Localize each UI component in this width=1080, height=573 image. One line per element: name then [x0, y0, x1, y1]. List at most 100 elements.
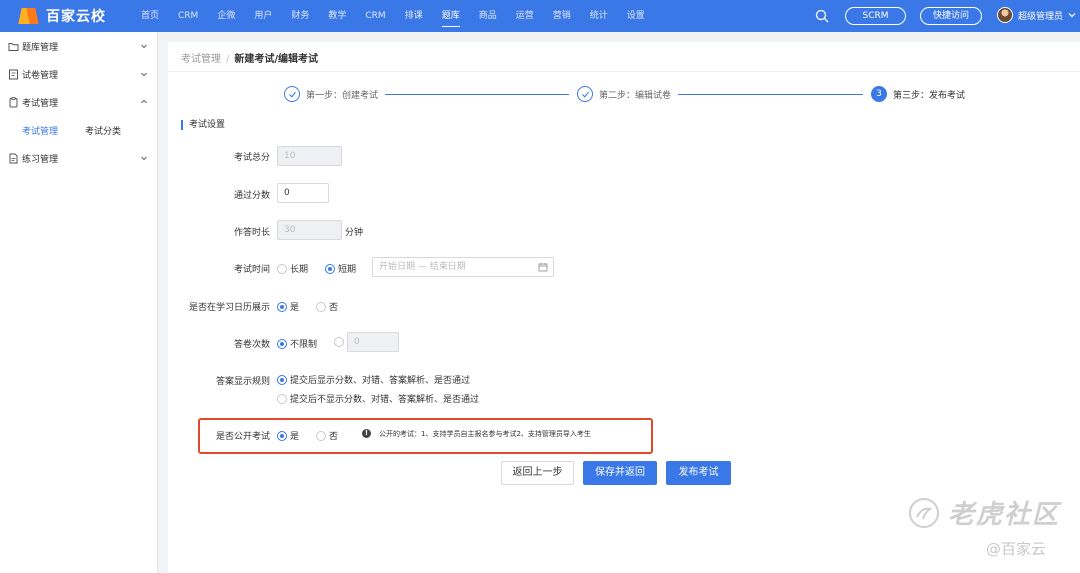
nav-item-crm[interactable]: CRM [178, 0, 198, 32]
attempts-unlimited-radio[interactable]: 不限制 [277, 337, 317, 350]
nav-item-home[interactable]: 首页 [141, 0, 159, 32]
nav-item-finance[interactable]: 财务 [291, 0, 309, 32]
radio-label: 是 [290, 432, 300, 442]
sidebar-item-papers[interactable]: 试卷管理 [0, 60, 158, 88]
sidebar-subitem-exam-category[interactable]: 考试分类 [85, 124, 121, 137]
watermark-logo: 老虎社区 [908, 494, 1060, 531]
step-label: 第一步：创建考试 [306, 90, 379, 101]
chevron-down-icon [141, 44, 147, 49]
step-label: 第二步：编辑试卷 [599, 90, 672, 101]
sidebar-subitem-exam-management[interactable]: 考试管理 [22, 124, 58, 137]
chevron-down-icon [141, 72, 147, 77]
public-exam-note: 公开的考试：1、支持学员自主报名参与考试2、支持管理员导入考生 [379, 430, 591, 438]
calendar-show-no-radio[interactable]: 否 [316, 300, 338, 313]
avatar [997, 7, 1013, 23]
watermark-text: 老虎社区 [948, 500, 1061, 530]
date-range-placeholder: 开始日期 — 结束日期 [379, 262, 466, 272]
duration-label: 作答时长 [233, 228, 270, 238]
nav-item-wecom[interactable]: 企微 [217, 0, 235, 32]
pass-score-label: 通过分数 [233, 191, 270, 201]
chevron-down-icon [1068, 13, 1076, 18]
radio-icon [316, 301, 326, 312]
answer-rule-label: 答案显示规则 [215, 377, 270, 387]
sidebar-item-label: 试卷管理 [22, 70, 59, 81]
calendar-show-yes-radio[interactable]: 是 [277, 300, 299, 313]
public-exam-no-radio[interactable]: 否 [316, 429, 338, 442]
radio-icon [334, 337, 344, 347]
step-connector [678, 94, 863, 95]
public-exam-label: 是否公开考试 [215, 432, 270, 442]
nav-item-operations[interactable]: 运营 [516, 0, 534, 32]
radio-label: 短期 [338, 265, 357, 275]
nav-item-users[interactable]: 用户 [254, 0, 272, 32]
radio-checked-icon [325, 263, 335, 274]
radio-label: 否 [329, 432, 339, 442]
sidebar-item-label: 题库管理 [22, 42, 59, 53]
pass-score-input[interactable]: 0 [277, 183, 329, 203]
nav-item-schedule[interactable]: 排课 [405, 0, 423, 32]
brand-logo[interactable]: 百家云校 [18, 6, 106, 26]
nav-item-teaching[interactable]: 教学 [328, 0, 346, 32]
nav-item-statistics[interactable]: 统计 [590, 0, 608, 32]
watermark-credit: @百家云 [986, 540, 1047, 558]
nav-item-marketing[interactable]: 营销 [553, 0, 571, 32]
top-navigation-bar: 百家云校 首页 CRM 企微 用户 财务 教学 CRM 排课 题库 商品 运营 … [0, 0, 1080, 32]
duration-input[interactable]: 30 [277, 220, 342, 240]
exam-time-label: 考试时间 [233, 265, 270, 275]
sidebar: 题库管理 试卷管理 考试管理 考试管理 考试分类 练习管理 [0, 32, 158, 573]
step-connector [385, 94, 569, 95]
radio-label: 不限制 [290, 340, 318, 350]
nav-item-settings[interactable]: 设置 [627, 0, 645, 32]
date-range-picker[interactable]: 开始日期 — 结束日期 [372, 257, 554, 277]
sidebar-item-label: 考试管理 [22, 98, 59, 109]
step-label: 第三步：发布考试 [893, 90, 966, 101]
sidebar-item-practice[interactable]: 练习管理 [0, 144, 158, 172]
back-button[interactable]: 返回上一步 [501, 461, 574, 485]
calendar-show-label: 是否在学习日历展示 [188, 303, 270, 313]
attempts-limit-input[interactable]: 0 [347, 332, 399, 352]
step-3: 3 第三步：发布考试 [871, 86, 965, 102]
answer-rule-show-radio[interactable]: 提交后显示分数、对错、答案解析、是否通过 [277, 373, 470, 386]
public-exam-yes-radio[interactable]: 是 [277, 429, 299, 442]
scrm-button[interactable]: SCRM [845, 7, 906, 25]
nav-item-crm-2[interactable]: CRM [365, 0, 385, 32]
radio-icon [277, 393, 287, 404]
step-number: 3 [871, 86, 887, 102]
breadcrumb-bar: 考试管理 / 新建考试/编辑考试 [168, 42, 1080, 72]
radio-label: 长期 [290, 265, 309, 275]
step-2: 第二步：编辑试卷 [577, 86, 671, 102]
attempts-label: 答卷次数 [233, 340, 270, 350]
quick-access-button[interactable]: 快捷访问 [920, 7, 982, 25]
radio-checked-icon [277, 301, 287, 312]
save-return-button[interactable]: 保存并返回 [583, 461, 657, 485]
user-menu[interactable]: 超级管理员 [997, 7, 1076, 23]
total-score-input[interactable]: 10 [277, 146, 342, 166]
answer-rule-hide-radio[interactable]: 提交后不显示分数、对错、答案解析、是否通过 [277, 392, 479, 405]
radio-icon [316, 430, 326, 441]
sidebar-item-label: 练习管理 [22, 154, 59, 165]
radio-label: 是 [290, 303, 300, 313]
attempts-limited-radio[interactable] [334, 337, 347, 347]
nav-item-products[interactable]: 商品 [479, 0, 497, 32]
radio-icon [277, 263, 287, 274]
exam-time-long-radio[interactable]: 长期 [277, 262, 308, 275]
step-1: 第一步：创建考试 [284, 86, 378, 102]
exam-icon [9, 96, 18, 107]
info-icon: ! [362, 429, 371, 438]
search-icon[interactable] [815, 9, 829, 23]
breadcrumb-separator: / [226, 54, 230, 65]
breadcrumb-parent[interactable]: 考试管理 [181, 54, 221, 65]
total-score-label: 考试总分 [233, 153, 270, 163]
folder-icon [8, 42, 19, 51]
radio-checked-icon [277, 374, 287, 385]
breadcrumb: 考试管理 / 新建考试/编辑考试 [181, 50, 318, 65]
chevron-down-icon [141, 156, 147, 161]
radio-label: 否 [329, 303, 339, 313]
sidebar-item-question-bank[interactable]: 题库管理 [0, 32, 158, 60]
calendar-icon [538, 263, 548, 272]
main-nav: 首页 CRM 企微 用户 财务 教学 CRM 排课 题库 商品 运营 营销 统计… [141, 0, 664, 32]
sidebar-item-exams[interactable]: 考试管理 [0, 88, 158, 116]
nav-item-question-bank[interactable]: 题库 [441, 0, 460, 32]
publish-button[interactable]: 发布考试 [666, 461, 731, 485]
exam-time-short-radio[interactable]: 短期 [325, 262, 356, 275]
